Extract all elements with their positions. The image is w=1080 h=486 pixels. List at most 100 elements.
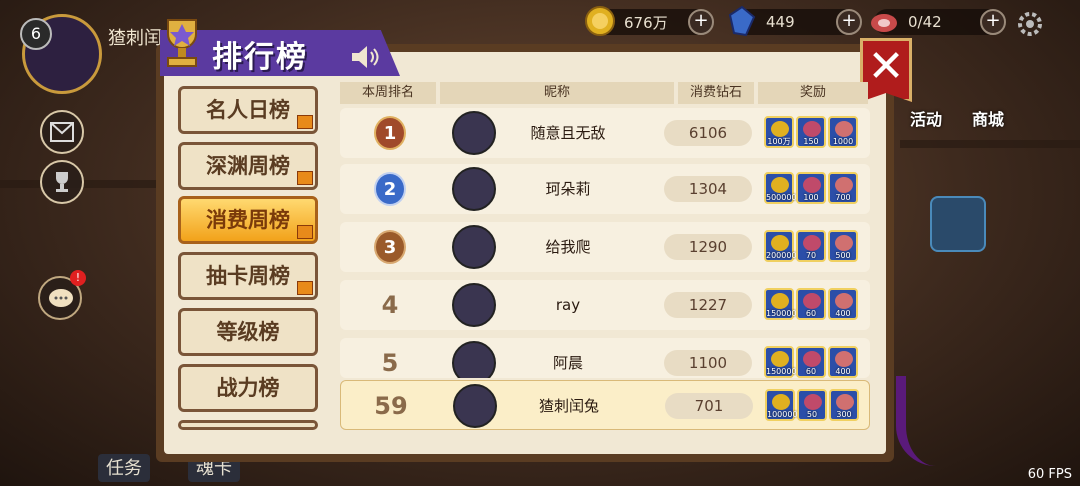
speaker-icon[interactable] (350, 44, 382, 70)
crystal-icon (728, 5, 756, 37)
reward-coin: 500000 (764, 172, 797, 204)
reward-count: 500 (835, 251, 851, 260)
reward-meat: 400 (828, 346, 858, 378)
reward-count: 60 (805, 309, 817, 318)
crystals-bar: 449 + (728, 5, 862, 38)
fps-counter: 60 FPS (1027, 467, 1072, 482)
reward-ticket: 100 (796, 172, 826, 204)
gift-icon (297, 115, 313, 129)
reward-count: 50 (806, 410, 818, 419)
table-row[interactable]: 3 给我爬 1290 200000 70 500 (340, 222, 870, 272)
rank-medal-icon: 3 (374, 230, 406, 264)
tab-spending-weekly[interactable]: 消费周榜 (178, 196, 318, 244)
rank-medal-icon: 2 (374, 172, 406, 206)
tab-celebrity-daily[interactable]: 名人日榜 (178, 86, 318, 134)
tab-abyss-weekly[interactable]: 深渊周榜 (178, 142, 318, 190)
avatar (452, 341, 496, 378)
rank-number: 4 (381, 291, 399, 319)
reward-coin: 100000 (765, 389, 798, 421)
reward-count: 700 (835, 193, 851, 202)
avatar (452, 225, 496, 269)
table-row[interactable]: 2 珂朵莉 1304 500000 100 700 (340, 164, 870, 214)
gift-icon (297, 171, 313, 185)
my-nickname: 猹刺闰兔 (538, 397, 599, 415)
reward-count: 100 (803, 193, 819, 202)
tab-label: 战力榜 (216, 376, 280, 400)
tab-label: 深渊周榜 (206, 154, 290, 178)
player-nickname: ray (555, 296, 581, 314)
tab-gacha-weekly[interactable]: 抽卡周榜 (178, 252, 318, 300)
reward-coin: 200000 (764, 230, 797, 262)
tab-power-rank[interactable]: 战力榜 (178, 364, 318, 412)
reward-count: 300 (836, 410, 852, 419)
diamond-cost: 1290 (664, 234, 752, 260)
reward-meat: 400 (828, 288, 858, 320)
my-rank-number: 59 (374, 392, 408, 420)
gift-icon (297, 225, 313, 239)
reward-meat: 700 (828, 172, 858, 204)
chat-button[interactable]: ! (38, 270, 86, 320)
avatar (452, 167, 496, 211)
adventure-button[interactable] (930, 196, 986, 252)
tab-level-rank[interactable]: 等级榜 (178, 308, 318, 356)
reward-count: 500000 (766, 193, 797, 202)
rank-medal-icon: 1 (374, 116, 406, 150)
tab-label: 名人日榜 (206, 98, 290, 122)
trophy-emblem-icon (167, 19, 197, 67)
rank-number: 5 (381, 349, 399, 377)
task-tab[interactable]: 任务 (98, 454, 150, 482)
my-rank-row: 59 猹刺闰兔 701 100000 50 300 (340, 380, 870, 430)
mail-button[interactable] (40, 110, 84, 154)
gift-icon (297, 281, 313, 295)
level-badge: 6 (20, 18, 52, 50)
reward-ticket: 50 (797, 389, 827, 421)
reward-coin: 150000 (764, 346, 797, 378)
coin-icon (585, 6, 615, 36)
reward-count: 150000 (766, 367, 797, 376)
header-cost: 消费钻石 (678, 82, 754, 104)
player-nickname: 珂朵莉 (545, 180, 591, 198)
add-coins-button[interactable]: + (688, 9, 714, 35)
coins-bar: 676万 + (585, 6, 714, 38)
shop-button[interactable]: 商城 (972, 106, 1004, 130)
activity-button[interactable]: 活动 (910, 106, 942, 130)
reward-count: 150 (803, 137, 819, 146)
header-reward: 奖励 (758, 82, 868, 104)
reward-count: 70 (805, 251, 817, 260)
reward-count: 150000 (766, 309, 797, 318)
reward-count: 1000 (832, 137, 854, 146)
add-crystals-button[interactable]: + (836, 9, 862, 35)
settings-gear-icon[interactable] (1016, 10, 1044, 38)
reward-count: 200000 (766, 251, 797, 260)
reward-ticket: 60 (796, 346, 826, 378)
table-row[interactable]: 5 阿晨 1100 150000 60 400 (340, 338, 870, 378)
crystals-value: 449 (766, 13, 795, 31)
avatar (452, 111, 496, 155)
avatar (452, 283, 496, 327)
diamond-cost: 1304 (664, 176, 752, 202)
table-row[interactable]: 4 ray 1227 150000 60 400 (340, 280, 870, 330)
reward-coin: 100万 (764, 116, 794, 148)
add-meat-button[interactable]: + (980, 9, 1006, 35)
ribbon-decoration (896, 376, 936, 466)
reward-meat: 1000 (828, 116, 858, 148)
table-row[interactable]: 1 随意且无敌 6106 100万 150 1000 (340, 108, 870, 158)
header-rank: 本周排名 (340, 82, 436, 104)
reward-count: 100万 (767, 137, 791, 146)
tab-label: 消费周榜 (206, 208, 290, 232)
background-beam (900, 140, 1080, 148)
tab-more[interactable] (178, 420, 318, 430)
player-nickname: 阿晨 (552, 354, 583, 372)
player-nickname: 随意且无敌 (530, 124, 606, 142)
reward-coin: 150000 (764, 288, 797, 320)
trophy-button[interactable] (40, 160, 84, 204)
diamond-cost: 6106 (664, 120, 752, 146)
reward-count: 400 (835, 309, 851, 318)
tab-label: 抽卡周榜 (206, 264, 290, 288)
reward-meat: 500 (828, 230, 858, 262)
coins-value: 676万 (624, 13, 668, 32)
chat-icon (49, 289, 73, 307)
reward-ticket: 70 (796, 230, 826, 262)
reward-ticket: 60 (796, 288, 826, 320)
mail-icon (50, 122, 74, 142)
